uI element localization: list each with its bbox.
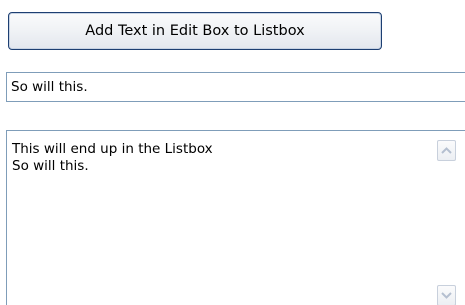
chevron-down-icon [441,292,452,299]
scroll-up-button[interactable] [437,140,456,161]
add-text-button[interactable]: Add Text in Edit Box to Listbox [8,12,382,50]
chevron-up-icon [441,147,452,154]
listbox[interactable]: This will end up in the Listbox So will … [6,130,465,305]
list-item[interactable]: This will end up in the Listbox [12,141,213,158]
form-panel: Add Text in Edit Box to Listbox So will … [0,0,465,305]
listbox-items: This will end up in the Listbox So will … [12,141,213,175]
list-item[interactable]: So will this. [12,158,213,175]
edit-box-value: So will this. [11,79,88,95]
text-edit-box[interactable]: So will this. [6,72,465,102]
scroll-down-button[interactable] [437,285,456,305]
